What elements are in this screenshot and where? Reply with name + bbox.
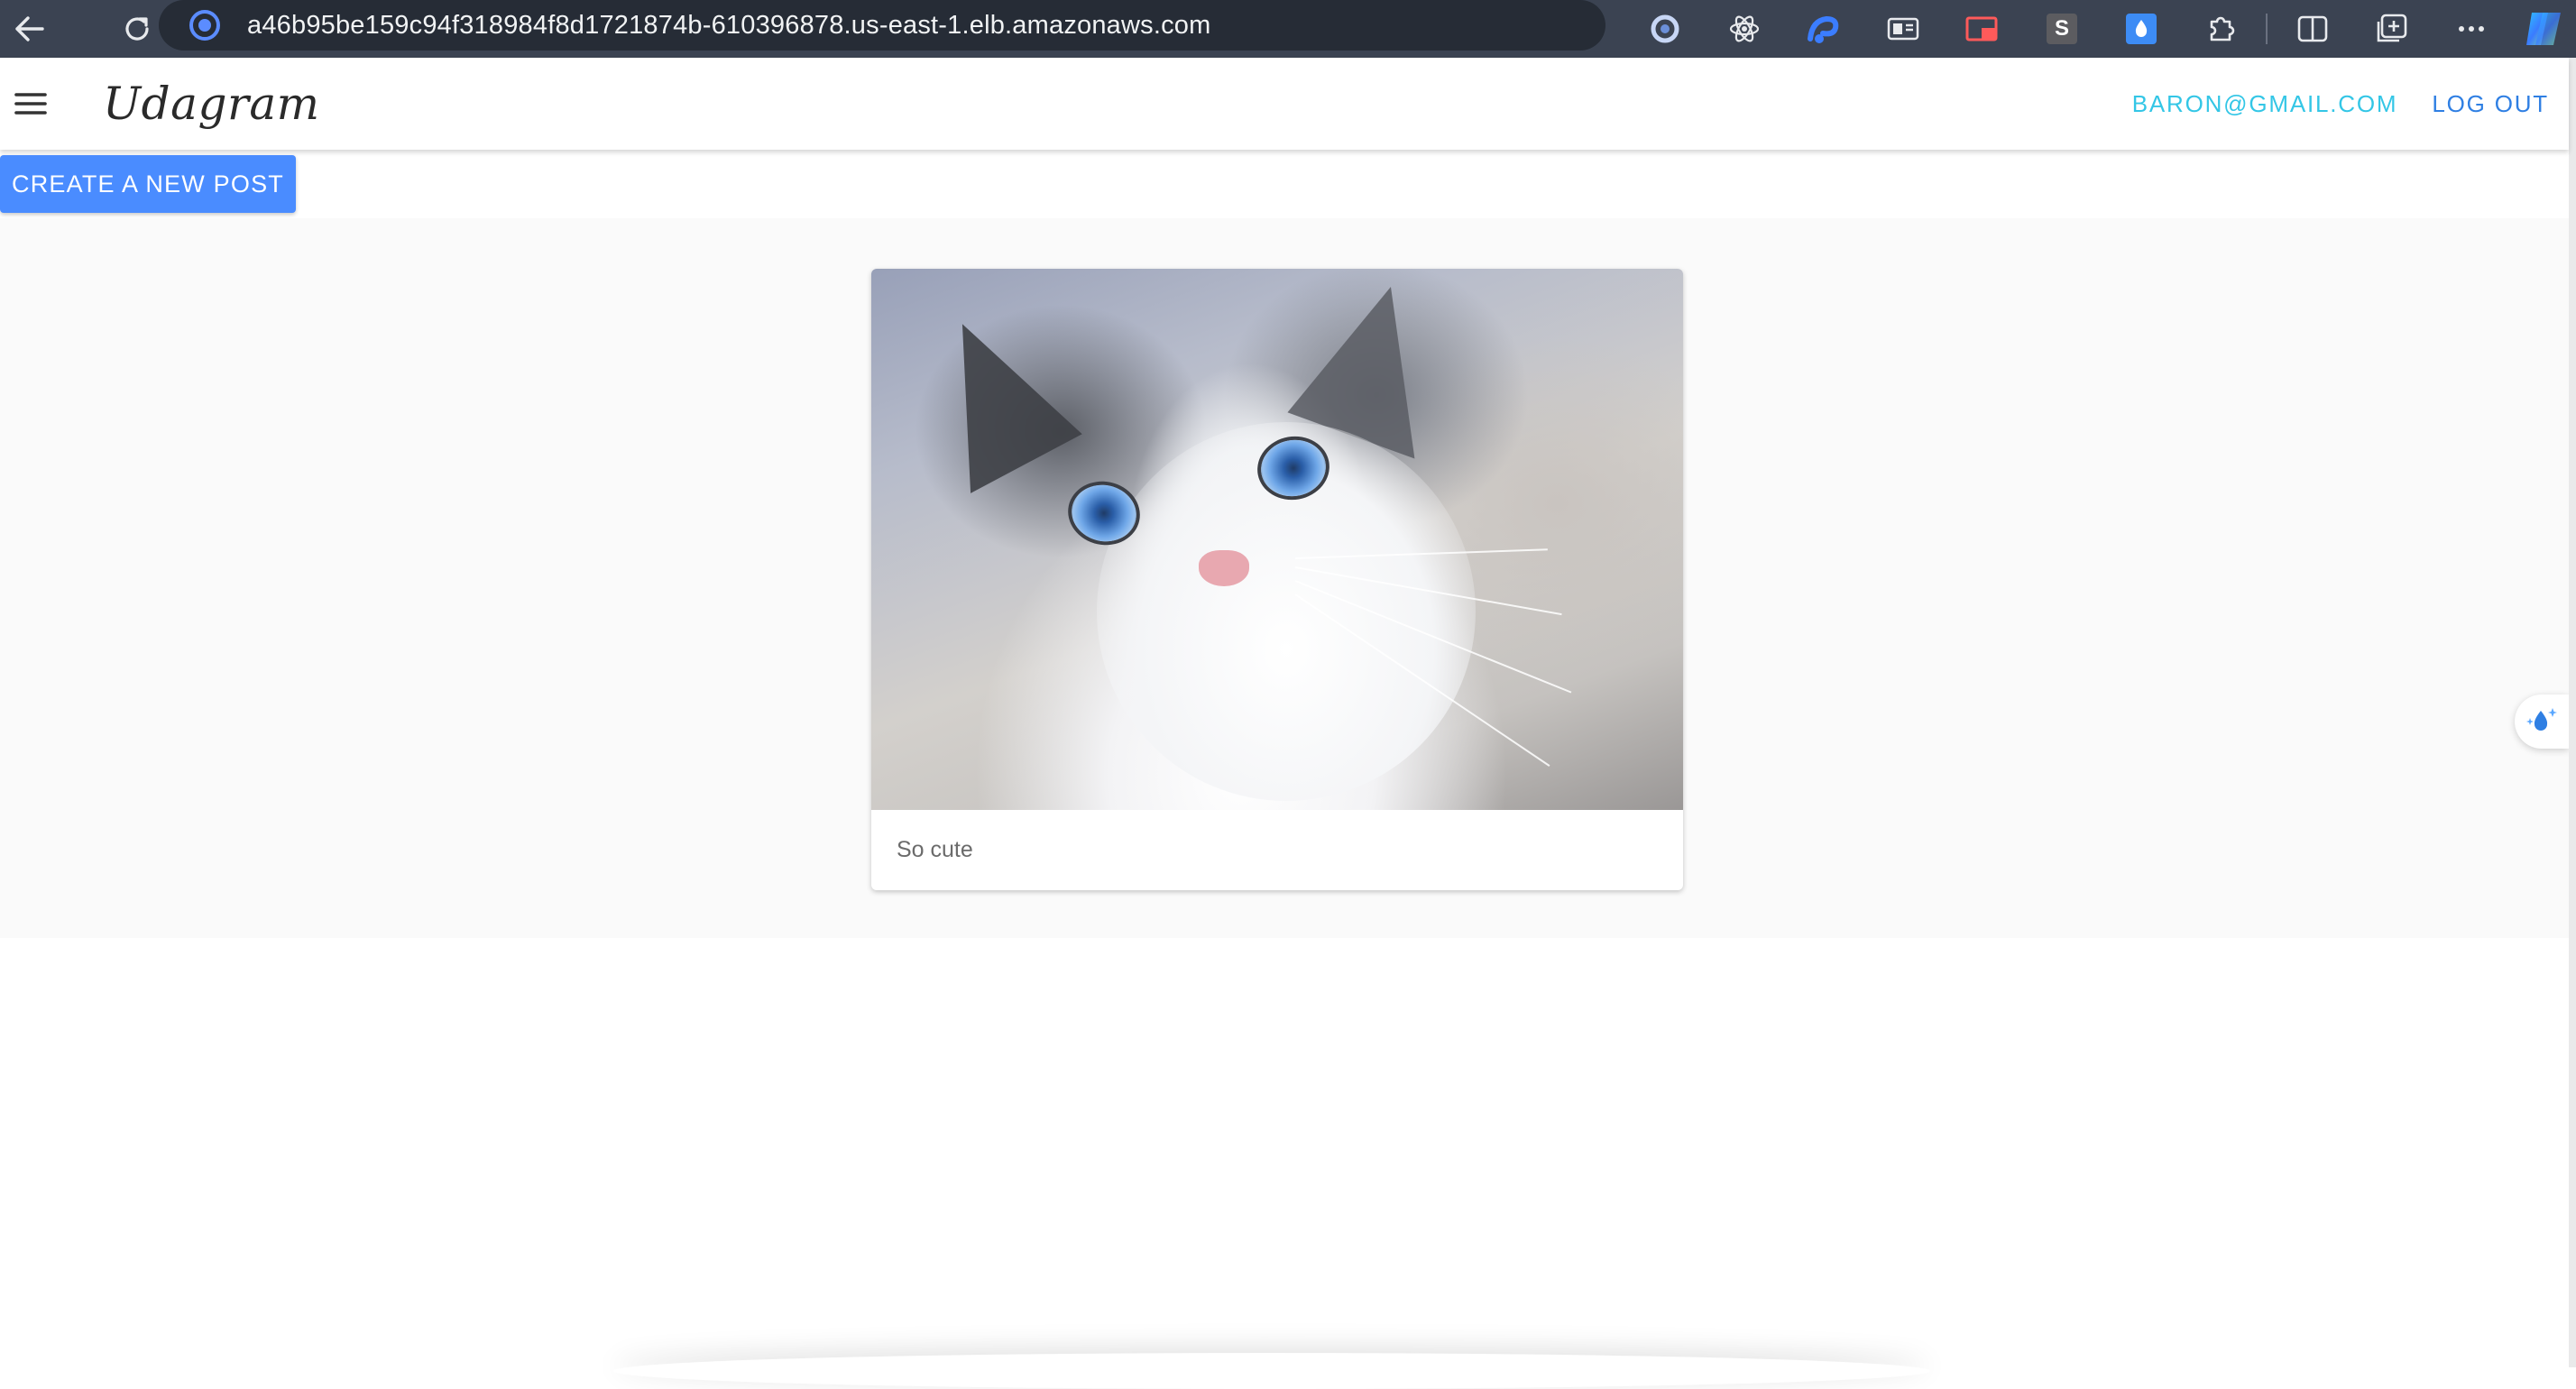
hamburger-menu-icon <box>14 93 47 115</box>
collections-icon[interactable] <box>2352 0 2432 58</box>
more-icon[interactable] <box>2432 0 2511 58</box>
puzzle-icon[interactable] <box>2181 0 2260 58</box>
cat-ear-left <box>898 299 1082 493</box>
site-info-icon[interactable] <box>189 10 220 41</box>
toolbar-separator <box>2266 14 2268 44</box>
droplet-extension-icon[interactable] <box>2102 0 2181 58</box>
arrow-left-icon <box>15 16 44 41</box>
sparkle-droplet-icon <box>2526 708 2557 731</box>
post-caption: So cute <box>897 837 973 862</box>
menu-button[interactable] <box>0 73 61 134</box>
reader-extension-icon[interactable] <box>1863 0 1943 58</box>
s-extension-icon[interactable]: S <box>2022 0 2102 58</box>
back-button[interactable] <box>0 0 58 58</box>
circle-extension-icon[interactable] <box>1625 0 1705 58</box>
create-post-button[interactable]: CREATE A NEW POST <box>0 155 296 213</box>
reload-button[interactable] <box>108 0 166 58</box>
post-image[interactable] <box>871 269 1683 810</box>
redux-extension-icon[interactable] <box>1784 0 1863 58</box>
extensions-bar: S <box>1625 0 2576 58</box>
cat-nose <box>1199 550 1249 586</box>
user-email-link[interactable]: BARON@GMAIL.COM <box>2132 81 2398 127</box>
app-header: Udagram BARON@GMAIL.COM LOG OUT <box>0 58 2569 150</box>
react-devtools-icon[interactable] <box>1705 0 1784 58</box>
bottom-shadow <box>613 1353 1930 1389</box>
scrollbar-track[interactable] <box>2569 58 2576 1367</box>
address-bar[interactable]: a46b95be159c94f318984f8d1721874b-6103968… <box>159 0 1605 51</box>
picture-in-picture-icon[interactable] <box>1943 0 2022 58</box>
logout-button[interactable]: LOG OUT <box>2432 81 2549 127</box>
post-card[interactable]: So cute <box>871 269 1683 890</box>
split-screen-icon[interactable] <box>2273 0 2352 58</box>
reload-icon <box>125 17 149 41</box>
brand-title[interactable]: Udagram <box>103 78 320 130</box>
url-text[interactable]: a46b95be159c94f318984f8d1721874b-6103968… <box>247 11 1211 41</box>
copilot-icon[interactable] <box>2511 0 2576 58</box>
header-actions: BARON@GMAIL.COM LOG OUT <box>2132 81 2569 127</box>
browser-toolbar: a46b95be159c94f318984f8d1721874b-6103968… <box>0 0 2576 58</box>
feed: So cute <box>0 218 2569 938</box>
side-assist-button[interactable] <box>2515 694 2569 749</box>
